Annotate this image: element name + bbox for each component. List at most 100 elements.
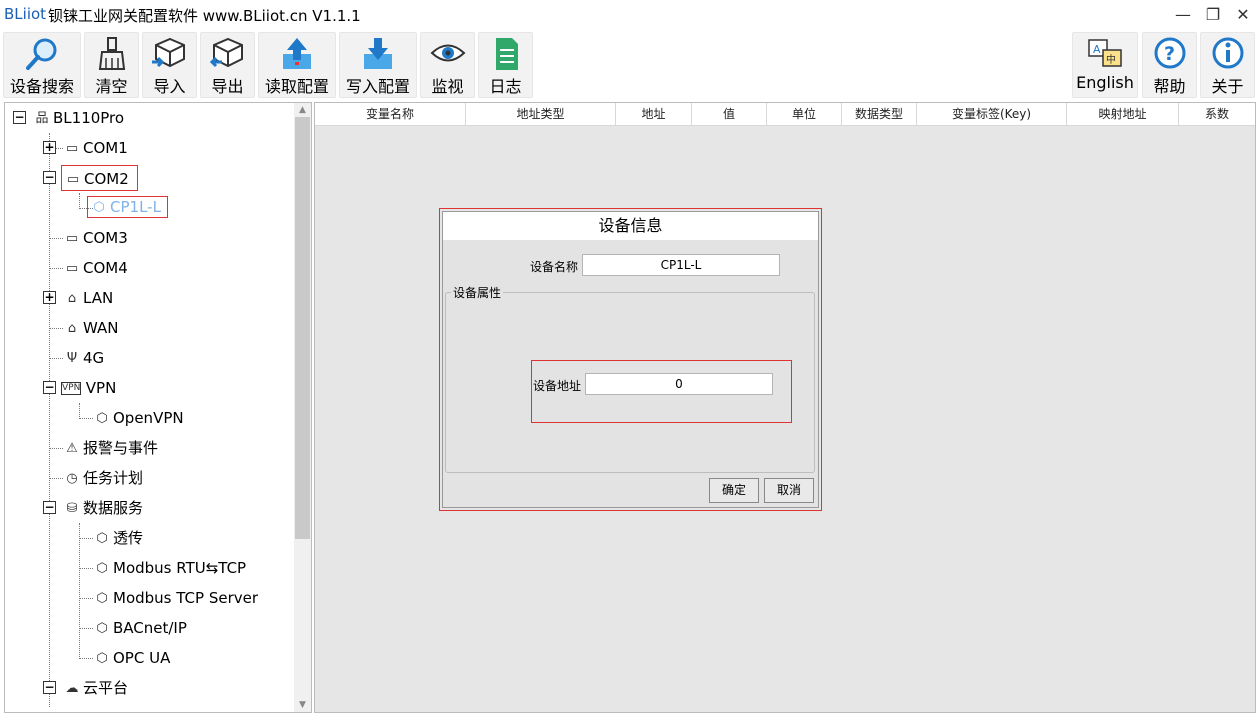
help-label: 帮助 bbox=[1153, 77, 1186, 96]
upload-icon bbox=[283, 38, 311, 69]
magnifier-icon bbox=[26, 38, 57, 70]
export-box-icon bbox=[209, 37, 243, 68]
language-icon: A 中 bbox=[1088, 39, 1122, 67]
about-label: 关于 bbox=[1211, 77, 1244, 96]
collapse-toggle[interactable]: − bbox=[43, 171, 56, 184]
import-button[interactable]: 导入 bbox=[142, 32, 197, 98]
log-button[interactable]: 日志 bbox=[478, 32, 533, 98]
about-button[interactable]: 关于 bbox=[1200, 32, 1255, 98]
expand-toggle[interactable]: + bbox=[43, 291, 56, 304]
read-config-button[interactable]: 读取配置 bbox=[258, 32, 336, 98]
ethernet-icon: ⌂ bbox=[67, 290, 77, 306]
tree-node-alarm[interactable]: ⚠ 报警与事件 bbox=[61, 435, 158, 461]
tree-node-com2[interactable]: ▭ COM2 bbox=[61, 165, 138, 191]
collapse-toggle[interactable]: − bbox=[43, 381, 56, 394]
tree-scrollbar[interactable]: ▲ ▼ bbox=[294, 103, 311, 712]
device-name-label: 设备名称 bbox=[530, 260, 579, 274]
window-title: 钡铼工业网关配置软件 www.BLiiot.cn V1.1.1 bbox=[48, 7, 361, 25]
english-label: English bbox=[1076, 73, 1134, 92]
brand-label: BLiiot bbox=[4, 5, 47, 23]
collapse-toggle[interactable]: − bbox=[13, 111, 26, 124]
tree-node-modbus-tcp-server[interactable]: ⬡ Modbus TCP Server bbox=[91, 585, 258, 611]
broom-icon bbox=[98, 37, 125, 70]
scroll-up-arrow-icon[interactable]: ▲ bbox=[294, 105, 311, 115]
expand-toggle[interactable]: + bbox=[43, 141, 56, 154]
tree-node-com3[interactable]: ▭ COM3 bbox=[61, 225, 128, 251]
tree-node-opcua[interactable]: ⬡ OPC UA bbox=[91, 645, 170, 671]
vpn-icon: VPN bbox=[61, 382, 81, 395]
tree-node-root[interactable]: 品 BL110Pro bbox=[31, 105, 124, 131]
device-address-field[interactable]: 0 bbox=[585, 373, 773, 395]
column-header[interactable]: 变量名称 bbox=[315, 103, 466, 126]
toolbar: 设备搜索 清空 导入 导出 读取配置 写入配置 监视 日志 A 中 Englis… bbox=[0, 30, 1260, 100]
minimize-button[interactable]: — bbox=[1168, 4, 1198, 26]
column-header[interactable]: 数据类型 bbox=[842, 103, 917, 126]
network-icon: 品 bbox=[35, 110, 49, 126]
tree-node-modbus-rtu-tcp[interactable]: ⬡ Modbus RTU⇆TCP bbox=[91, 555, 246, 581]
tree-node-cp1l-l[interactable]: ⬡ CP1L-L bbox=[87, 196, 168, 218]
monitor-button[interactable]: 监视 bbox=[420, 32, 475, 98]
cube-icon: ⬡ bbox=[96, 620, 108, 636]
scrollbar-thumb[interactable] bbox=[295, 117, 310, 539]
cube-icon: ⬡ bbox=[96, 590, 108, 606]
dialog-title: 设备信息 bbox=[443, 212, 818, 240]
restore-button[interactable]: ❐ bbox=[1198, 4, 1228, 26]
device-tree[interactable]: − 品 BL110Pro + ▭ COM1 − ▭ COM2 ⬡ CP1L-L ▭ COM… bbox=[4, 102, 312, 713]
column-header[interactable]: 映射地址 bbox=[1067, 103, 1179, 126]
tree-node-vpn[interactable]: VPN VPN bbox=[61, 375, 116, 401]
help-button[interactable]: ? 帮助 bbox=[1142, 32, 1197, 98]
clear-button[interactable]: 清空 bbox=[84, 32, 139, 98]
table-header: 变量名称 地址类型 地址 值 单位 数据类型 变量标签(Key) 映射地址 系数 bbox=[315, 103, 1255, 126]
tree-node-com4[interactable]: ▭ COM4 bbox=[61, 255, 128, 281]
cube-icon: ⬡ bbox=[96, 650, 108, 666]
english-button[interactable]: A 中 English bbox=[1072, 32, 1138, 98]
import-label: 导入 bbox=[153, 77, 186, 96]
log-label: 日志 bbox=[489, 77, 522, 96]
clear-label: 清空 bbox=[95, 77, 128, 96]
collapse-toggle[interactable]: − bbox=[43, 681, 56, 694]
device-address-label: 设备地址 bbox=[533, 379, 582, 393]
log-document-icon bbox=[495, 38, 518, 70]
tree-node-lan[interactable]: ⌂ LAN bbox=[61, 285, 113, 311]
column-header[interactable]: 变量标签(Key) bbox=[917, 103, 1067, 126]
column-header[interactable]: 值 bbox=[692, 103, 767, 126]
column-header[interactable]: 地址 bbox=[616, 103, 692, 126]
ethernet-icon: ⌂ bbox=[67, 320, 77, 336]
cube-icon: ⬡ bbox=[96, 410, 108, 426]
export-button[interactable]: 导出 bbox=[200, 32, 255, 98]
cube-icon: ⬡ bbox=[96, 530, 108, 546]
ok-button[interactable]: 确定 bbox=[709, 478, 759, 503]
cancel-button[interactable]: 取消 bbox=[764, 478, 814, 503]
tree-node-4g[interactable]: Ψ 4G bbox=[61, 345, 104, 371]
tree-node-bacnet[interactable]: ⬡ BACnet/IP bbox=[91, 615, 187, 641]
tree-connector bbox=[79, 403, 80, 419]
svg-text:?: ? bbox=[1164, 43, 1175, 65]
tree-node-openvpn[interactable]: ⬡ OpenVPN bbox=[91, 405, 183, 431]
device-search-button[interactable]: 设备搜索 bbox=[3, 32, 81, 98]
read-config-label: 读取配置 bbox=[264, 77, 329, 96]
tree-node-cloud[interactable]: ☁ 云平台 bbox=[61, 675, 129, 701]
column-header[interactable]: 单位 bbox=[767, 103, 842, 126]
import-box-icon bbox=[151, 37, 185, 68]
download-icon bbox=[364, 38, 392, 69]
cube-icon: ⬡ bbox=[96, 560, 108, 576]
device-name-field[interactable]: CP1L-L bbox=[582, 254, 780, 276]
export-label: 导出 bbox=[211, 77, 244, 96]
tree-node-task[interactable]: ◷ 任务计划 bbox=[61, 465, 143, 491]
tree-node-wan[interactable]: ⌂ WAN bbox=[61, 315, 119, 341]
collapse-toggle[interactable]: − bbox=[43, 501, 56, 514]
tree-node-data-service[interactable]: ⛁ 数据服务 bbox=[61, 495, 143, 521]
database-icon: ⛁ bbox=[66, 500, 78, 516]
tree-connector bbox=[79, 523, 80, 659]
serial-port-icon: ▭ bbox=[65, 260, 79, 276]
tree-node-transparent[interactable]: ⬡ 透传 bbox=[91, 525, 143, 551]
write-config-button[interactable]: 写入配置 bbox=[339, 32, 417, 98]
device-info-dialog: 设备信息 设备名称 CP1L-L 设备属性 设备地址 0 确定 取消 bbox=[442, 211, 819, 508]
cloud-icon: ☁ bbox=[65, 680, 79, 696]
close-button[interactable]: ✕ bbox=[1228, 4, 1258, 26]
column-header[interactable]: 系数 bbox=[1179, 103, 1255, 126]
scroll-down-arrow-icon[interactable]: ▼ bbox=[294, 700, 311, 710]
column-header[interactable]: 地址类型 bbox=[466, 103, 616, 126]
schedule-icon: ◷ bbox=[66, 470, 78, 486]
tree-node-com1[interactable]: ▭ COM1 bbox=[61, 135, 128, 161]
